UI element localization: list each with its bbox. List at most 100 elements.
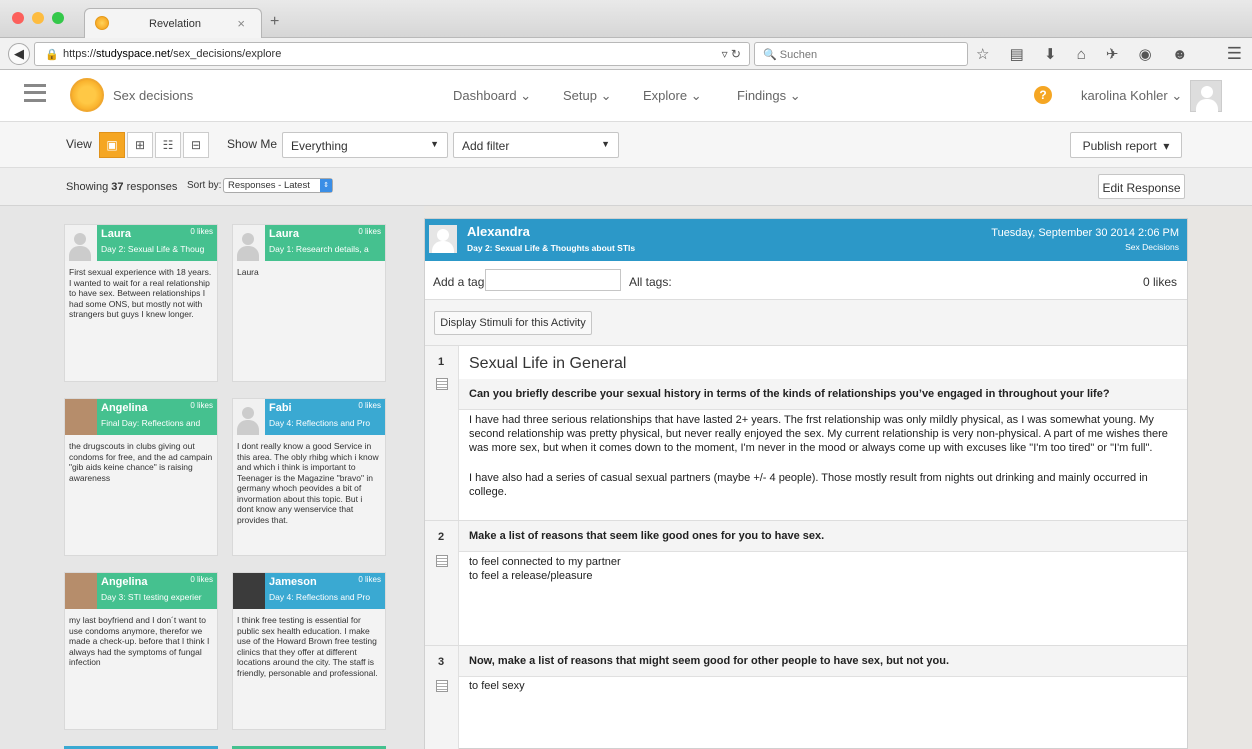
- response-card[interactable]: Jameson 0 likes Day 4: Reflections and Pro…: [232, 572, 386, 730]
- sort-bar: Showing 37 responses Sort by: Responses …: [0, 168, 1252, 206]
- question-number-column: 3: [425, 646, 459, 749]
- response-card[interactable]: Angelina 0 likes Final Day: Reflections an…: [64, 398, 218, 556]
- lock-icon: 🔒: [45, 49, 59, 61]
- answer-paragraph: I have also had a series of casual sexua…: [469, 472, 1148, 498]
- note-icon[interactable]: [436, 555, 448, 567]
- view-grid-button[interactable]: ⊞: [127, 132, 153, 158]
- question-number: 3: [438, 656, 445, 668]
- publish-report-button[interactable]: Publish report ▾: [1070, 132, 1182, 158]
- edit-response-button[interactable]: Edit Response: [1098, 174, 1185, 199]
- card-author: Angelina: [101, 402, 148, 414]
- card-header: Fabi 0 likes Day 4: Reflections and Pro: [233, 399, 385, 435]
- zoom-window-button[interactable]: [52, 12, 64, 24]
- answer-line: to feel a release/pleasure: [469, 570, 593, 582]
- tag-row: Add a tag: All tags: 0 likes: [425, 261, 1187, 300]
- card-header: Angelina 0 likes Final Day: Reflections an…: [65, 399, 217, 435]
- url-text: https://studyspace.net/sex_decisions/exp…: [63, 48, 282, 60]
- menu-explore[interactable]: Explore ⌄: [643, 88, 702, 104]
- response-count: Showing 37 responses: [66, 181, 178, 193]
- card-header: Laura 0 likes Day 2: Sexual Life & Thoug: [65, 225, 217, 261]
- card-body: I dont really know a good Service in thi…: [237, 441, 379, 525]
- avatar: [233, 399, 265, 435]
- view-tree-button[interactable]: ⊟: [183, 132, 209, 158]
- card-author: Jameson: [269, 576, 317, 588]
- card-likes: 0 likes: [358, 575, 381, 584]
- card-body: my last boyfriend and I don´t want to us…: [69, 615, 210, 667]
- back-button[interactable]: ◀: [8, 43, 30, 65]
- project-name: Sex decisions: [113, 88, 194, 103]
- address-bar[interactable]: 🔒 https://studyspace.net/sex_decisions/e…: [34, 42, 750, 66]
- browser-menu-icon[interactable]: ☰: [1227, 44, 1242, 64]
- card-likes: 0 likes: [190, 401, 213, 410]
- help-icon[interactable]: ?: [1034, 86, 1052, 104]
- response-card[interactable]: Laura 0 likes Day 1: Research details, a L…: [232, 224, 386, 382]
- response-detail-panel: Alexandra Day 2: Sexual Life & Thoughts …: [424, 218, 1188, 749]
- note-icon[interactable]: [436, 378, 448, 390]
- detail-header: Alexandra Day 2: Sexual Life & Thoughts …: [425, 219, 1187, 261]
- sort-label: Sort by:: [187, 180, 222, 191]
- answer-line: to feel sexy: [469, 680, 525, 692]
- response-card[interactable]: Angelina 0 likes Day 3: STI testing experi…: [64, 572, 218, 730]
- question-number-column: 1: [425, 346, 459, 520]
- new-tab-icon[interactable]: +: [270, 13, 279, 31]
- all-tags-label: All tags:: [629, 275, 672, 289]
- card-activity: Final Day: Reflections and: [101, 418, 201, 428]
- project-logo: [70, 78, 104, 112]
- card-header: Angelina 0 likes Day 3: STI testing experi…: [65, 573, 217, 609]
- toolbar-icons[interactable]: ☆ ▤ ⬇ ⌂ ✈ ◉ ☻: [976, 45, 1196, 63]
- user-menu[interactable]: karolina Kohler ⌄: [1081, 88, 1182, 104]
- response-card[interactable]: Laura 0 likes Day 2: Sexual Life & Thoug F…: [64, 224, 218, 382]
- title-bar: Revelation × +: [0, 0, 1252, 38]
- tab-title: Revelation: [149, 18, 201, 30]
- card-activity: Day 4: Reflections and Pro: [269, 592, 371, 602]
- hamburger-menu-icon[interactable]: [24, 84, 46, 102]
- question-text: Now, make a list of reasons that might s…: [459, 646, 1187, 677]
- view-list-button[interactable]: ☷: [155, 132, 181, 158]
- note-icon[interactable]: [436, 680, 448, 692]
- avatar: [233, 573, 265, 609]
- card-body: I think free testing is essential for pu…: [237, 615, 378, 678]
- detail-timestamp: Tuesday, September 30 2014 2:06 PM: [991, 227, 1179, 239]
- display-stimuli-button[interactable]: Display Stimuli for this Activity: [434, 311, 592, 335]
- user-avatar[interactable]: [1190, 80, 1222, 112]
- response-card[interactable]: Fabi 0 likes Day 4: Reflections and Pro I …: [232, 398, 386, 556]
- menu-dashboard[interactable]: Dashboard ⌄: [453, 88, 531, 104]
- filter-bar: View ▣ ⊞ ☷ ⊟ Show Me Everything ▼ Add fil…: [0, 122, 1252, 168]
- card-header: Jameson 0 likes Day 4: Reflections and Pro: [233, 573, 385, 609]
- view-label: View: [66, 137, 92, 151]
- view-cards-button[interactable]: ▣: [99, 132, 125, 158]
- question-number-column: 2: [425, 521, 459, 645]
- response-card-list: Laura 0 likes Day 2: Sexual Life & Thoug F…: [0, 206, 424, 749]
- add-tag-input[interactable]: [485, 269, 621, 291]
- favicon-icon: [95, 16, 109, 30]
- search-placeholder: 🔍 Suchen: [763, 49, 818, 61]
- reload-icon[interactable]: ▿ ↻: [722, 47, 741, 61]
- card-likes: 0 likes: [358, 401, 381, 410]
- close-window-button[interactable]: [12, 12, 24, 24]
- avatar: [65, 399, 97, 435]
- stimuli-row: Display Stimuli for this Activity: [425, 300, 1187, 346]
- avatar: [65, 573, 97, 609]
- show-me-select[interactable]: Everything ▼: [282, 132, 448, 158]
- menu-setup[interactable]: Setup ⌄: [563, 88, 612, 104]
- card-header: Laura 0 likes Day 1: Research details, a: [233, 225, 385, 261]
- browser-tab[interactable]: Revelation ×: [84, 8, 262, 38]
- search-box[interactable]: 🔍 Suchen: [754, 42, 968, 66]
- detail-author: Alexandra: [467, 224, 530, 239]
- card-author: Angelina: [101, 576, 148, 588]
- card-body: First sexual experience with 18 years. I…: [69, 267, 212, 319]
- card-activity: Day 3: STI testing experier: [101, 592, 202, 602]
- close-tab-icon[interactable]: ×: [237, 16, 245, 31]
- card-body: Laura: [237, 267, 259, 277]
- add-tag-label: Add a tag:: [433, 275, 488, 289]
- add-filter-select[interactable]: Add filter ▼: [453, 132, 619, 158]
- question-number: 2: [438, 531, 445, 543]
- navigation-bar: ◀ 🔒 https://studyspace.net/sex_decisions…: [0, 38, 1252, 70]
- card-body: the drugscouts in clubs giving out condo…: [69, 441, 213, 483]
- minimize-window-button[interactable]: [32, 12, 44, 24]
- sort-select[interactable]: Responses - Latest ⇕: [223, 178, 333, 193]
- answer-line: to feel connected to my partner: [469, 556, 621, 568]
- detail-activity: Day 2: Sexual Life & Thoughts about STIs: [467, 243, 636, 253]
- menu-findings[interactable]: Findings ⌄: [737, 88, 801, 104]
- card-likes: 0 likes: [358, 227, 381, 236]
